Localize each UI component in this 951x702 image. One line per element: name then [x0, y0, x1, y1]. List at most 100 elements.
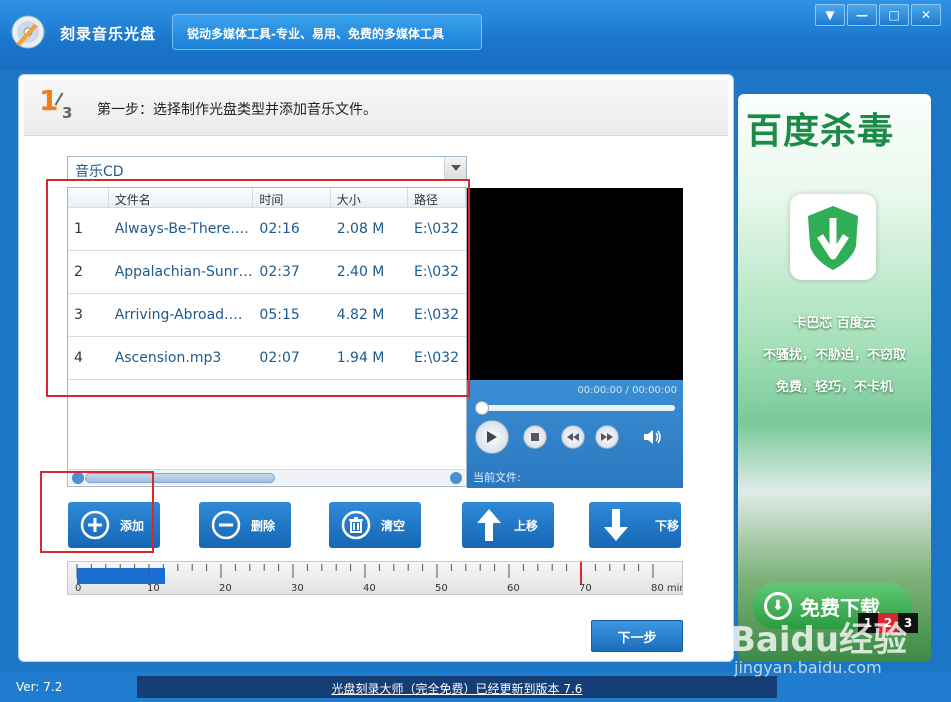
step-header: 1 3 第一步：选择制作光盘类型并添加音乐文件。	[24, 80, 728, 136]
clear-button[interactable]: 清空	[329, 502, 421, 548]
ad-line-3: 免费，轻巧，不卡机	[775, 380, 893, 395]
ruler-tick-label: 80 min	[651, 583, 682, 594]
watermark-url: jingyan.baidu.com	[734, 658, 882, 677]
delete-button[interactable]: 删除	[199, 502, 291, 548]
row-index: 3	[74, 307, 83, 323]
previous-icon[interactable]	[561, 425, 585, 449]
ruler-tick-label: 30	[291, 583, 304, 594]
move-down-label: 下移	[655, 518, 680, 533]
next-icon[interactable]	[595, 425, 619, 449]
minus-icon	[211, 510, 241, 540]
volume-icon[interactable]	[643, 428, 663, 446]
row-filename: Always-Be-There.mp3	[114, 221, 254, 237]
row-duration: 02:07	[259, 350, 300, 366]
menu-dropdown-icon[interactable]: ▼	[815, 4, 845, 26]
row-index: 4	[74, 350, 83, 366]
play-icon[interactable]	[475, 420, 509, 454]
col-path[interactable]: 路径	[408, 188, 466, 207]
app-title: 刻录音乐光盘	[60, 25, 157, 43]
table-row[interactable]: 2 Appalachian-Sunrise... 02:37 2.40 M E:…	[68, 251, 466, 294]
row-index: 1	[74, 221, 83, 237]
ruler-tick-label: 50	[435, 583, 448, 594]
seek-bar[interactable]	[479, 405, 675, 411]
row-duration: 05:15	[259, 307, 300, 323]
row-duration: 02:37	[259, 264, 300, 280]
title-bar: 刻录音乐光盘 锐动多媒体工具-专业、易用、免费的多媒体工具 ▼ — □ ✕	[0, 0, 951, 70]
player-time: 00:00:00 / 00:00:00	[577, 385, 677, 396]
ruler-tick-label: 70	[579, 583, 592, 594]
ad-title: 百度杀毒	[746, 110, 895, 152]
arrow-down-icon	[601, 509, 631, 541]
clear-label: 清空	[381, 518, 406, 533]
row-filename: Appalachian-Sunrise...	[114, 264, 254, 280]
ad-line-1: 卡巴芯 百度云	[793, 316, 876, 331]
stop-icon[interactable]	[523, 425, 547, 449]
step-total: 3	[62, 104, 73, 122]
move-up-label: 上移	[514, 518, 539, 533]
shield-icon	[790, 194, 876, 280]
ruler-tick-label: 0	[75, 583, 81, 594]
chevron-down-icon[interactable]	[444, 157, 466, 179]
step-instruction: 第一步：选择制作光盘类型并添加音乐文件。	[97, 102, 377, 118]
row-filename: Ascension.mp3	[114, 350, 222, 366]
disc-logo-icon	[11, 15, 45, 49]
row-size: 4.82 M	[336, 307, 385, 323]
col-index[interactable]	[68, 188, 109, 207]
main-panel: 1 3 第一步：选择制作光盘类型并添加音乐文件。 音乐CD 文件名 时间 大小 …	[18, 74, 734, 662]
row-size: 1.94 M	[336, 350, 385, 366]
close-icon[interactable]: ✕	[911, 4, 941, 26]
move-down-button[interactable]: 下移	[589, 502, 681, 548]
plus-icon	[80, 510, 110, 540]
delete-label: 删除	[251, 518, 276, 533]
trash-icon	[341, 510, 371, 540]
row-filename: Arriving-Abroad.mp3	[114, 307, 254, 323]
capacity-ruler: 0 10 20 30 40 50 60 70 80 min	[67, 561, 683, 595]
add-button[interactable]: 添加	[68, 502, 160, 548]
disc-type-select[interactable]: 音乐CD	[67, 156, 467, 180]
ruler-tick-label: 40	[363, 583, 376, 594]
video-preview	[467, 188, 683, 380]
media-player: 00:00:00 / 00:00:00 当前文件:	[467, 380, 683, 488]
ruler-tick-label: 60	[507, 583, 520, 594]
table-row[interactable]: 1 Always-Be-There.mp3 02:16 2.08 M E:\03…	[68, 208, 466, 251]
row-size: 2.08 M	[336, 221, 385, 237]
update-notice-link[interactable]: 光盘刻录大师（完全免费）已经更新到版本 7.6	[137, 676, 777, 698]
add-label: 添加	[120, 518, 145, 533]
table-header: 文件名 时间 大小 路径	[68, 188, 466, 208]
version-label: Ver: 7.2	[16, 680, 63, 694]
row-duration: 02:16	[259, 221, 300, 237]
minimize-icon[interactable]: —	[847, 4, 877, 26]
scroll-thumb[interactable]	[85, 473, 275, 483]
ruler-tick-label: 10	[147, 583, 160, 594]
scroll-right-icon[interactable]	[450, 472, 462, 484]
current-file-label: 当前文件:	[473, 471, 521, 484]
col-filename[interactable]: 文件名	[109, 188, 254, 207]
col-duration[interactable]: 时间	[253, 188, 331, 207]
seek-handle[interactable]	[475, 401, 489, 415]
slogan-banner[interactable]: 锐动多媒体工具-专业、易用、免费的多媒体工具	[172, 14, 482, 50]
move-up-button[interactable]: 上移	[462, 502, 554, 548]
disc-type-value: 音乐CD	[75, 164, 124, 180]
table-row[interactable]: 4 Ascension.mp3 02:07 1.94 M E:\032	[68, 337, 466, 380]
row-path: E:\032	[413, 264, 459, 280]
col-size[interactable]: 大小	[331, 188, 408, 207]
ad-panel[interactable]: 百度杀毒 卡巴芯 百度云 不骚扰，不胁迫，不窃取 免费，轻巧，不卡机 ⬇ 免费下…	[738, 94, 931, 662]
horizontal-scrollbar[interactable]	[69, 469, 465, 485]
window-controls: ▼ — □ ✕	[815, 4, 941, 26]
scroll-left-icon[interactable]	[72, 472, 84, 484]
row-index: 2	[74, 264, 83, 280]
row-size: 2.40 M	[336, 264, 385, 280]
row-path: E:\032	[413, 350, 459, 366]
row-path: E:\032	[413, 221, 459, 237]
ruler-tick-label: 20	[219, 583, 232, 594]
next-step-button[interactable]: 下一步	[591, 620, 683, 652]
arrow-up-icon	[474, 509, 504, 541]
maximize-icon[interactable]: □	[879, 4, 909, 26]
row-path: E:\032	[413, 307, 459, 323]
capacity-limit-marker	[580, 562, 582, 584]
watermark-brand: Baidu经验	[730, 620, 908, 660]
file-list: 文件名 时间 大小 路径 1 Always-Be-There.mp3 02:16…	[67, 187, 467, 487]
ad-line-2: 不骚扰，不胁迫，不窃取	[762, 348, 906, 363]
table-row[interactable]: 3 Arriving-Abroad.mp3 05:15 4.82 M E:\03…	[68, 294, 466, 337]
ruler-ticks: 0 10 20 30 40 50 60 70 80 min	[75, 564, 682, 594]
